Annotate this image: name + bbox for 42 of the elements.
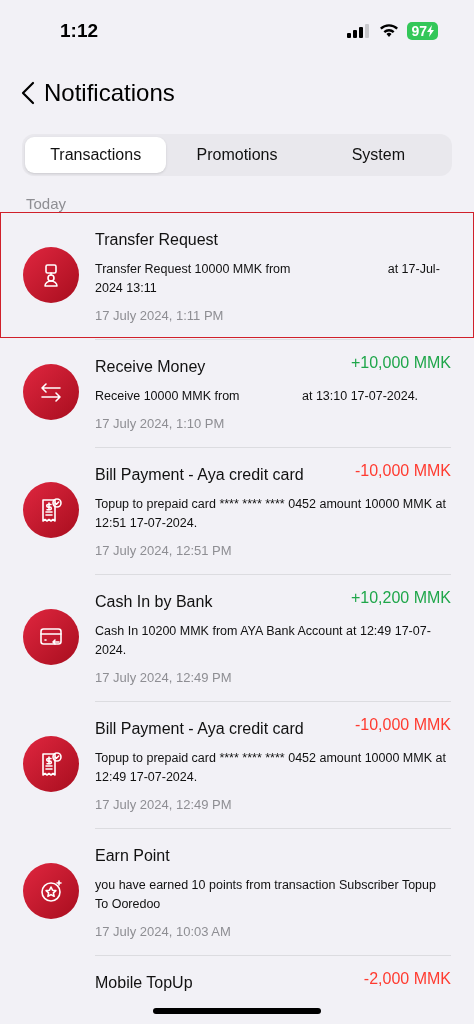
signal-icon — [347, 24, 372, 38]
notification-amount: -10,000 MMK — [354, 461, 451, 481]
notification-item[interactable]: Earn Point you have earned 10 points from transaction Subscriber Topup To Ooredoo 17 July 2024, 10:03 AM — [0, 827, 474, 954]
notification-message: you have earned 10 points from transaction Subscriber Topup To Ooredoo — [95, 877, 437, 913]
notification-item[interactable]: Bill Payment - Aya credit card -10,000 MMK Topup to prepaid card **** **** **** 0452 amount 10000 MMK at 12:51 17-07-2024. 17 July 2024, 12:51 PM — [0, 446, 474, 573]
notification-item[interactable]: Mobile TopUp -2,000 MMK — [0, 954, 474, 1007]
notification-title: Bill Payment - Aya credit card — [95, 465, 304, 485]
notification-date: 17 July 2024, 12:49 PM — [95, 797, 233, 813]
notification-message: Topup to prepaid card **** **** **** 0452 amount 10000 MMK at 12:49 17-07-2024. — [95, 750, 447, 786]
notification-date: 17 July 2024, 1:11 PM — [95, 308, 225, 324]
notification-title: Bill Payment - Aya credit card — [95, 719, 304, 739]
notification-date: 17 July 2024, 10:03 AM — [95, 924, 232, 940]
notification-amount: -2,000 MMK — [363, 969, 451, 989]
battery-indicator: 97 — [407, 22, 438, 40]
wifi-icon — [379, 24, 400, 38]
notification-title: Receive Money — [95, 357, 206, 377]
tab[interactable]: Promotions — [166, 137, 308, 173]
section-header: Today — [25, 196, 68, 212]
notification-item[interactable]: Bill Payment - Aya credit card -10,000 MMK Topup to prepaid card **** **** **** 0452 amount 10000 MMK at 12:49 17-07-2024. 17 July 2024, 12:49 PM — [0, 700, 474, 827]
notification-amount: +10,200 MMK — [350, 588, 451, 608]
page-title: Notifications — [44, 78, 175, 108]
notification-date: 17 July 2024, 1:10 PM — [95, 416, 226, 432]
notification-title: Cash In by Bank — [95, 592, 213, 612]
status-time: 1:12 — [60, 18, 99, 43]
notification-message: Receive 10000 MMK from at 13:10 17-07-2024. — [95, 388, 420, 405]
notification-item[interactable]: Receive Money +10,000 MMK Receive 10000 MMK from at 13:10 17-07-2024. 17 July 2024, 1:10 PM — [0, 338, 474, 446]
notification-item[interactable]: Cash In by Bank +10,200 MMK Cash In 10200 MMK from AYA Bank Account at 12:49 17-07-2024. 17 July 2024, 12:49 PM — [0, 573, 474, 700]
notification-message: Cash In 10200 MMK from AYA Bank Account at 12:49 17-07-2024. — [95, 623, 432, 659]
tab[interactable]: Transactions — [25, 137, 167, 173]
notification-message: Transfer Request 10000 MMK from at 17-Jul-2024 13:11 — [95, 261, 441, 297]
charging-bolt-icon — [427, 25, 434, 37]
back-chevron-icon[interactable] — [20, 81, 36, 105]
notification-date: 17 July 2024, 12:49 PM — [95, 670, 233, 686]
notification-item[interactable]: Transfer Request Transfer Request 10000 MMK from at 17-Jul-2024 13:11 17 July 2024, 1:11 PM — [0, 212, 474, 338]
notification-date: 17 July 2024, 12:51 PM — [95, 543, 233, 559]
notification-amount: -10,000 MMK — [354, 715, 451, 735]
notification-message: Topup to prepaid card **** **** **** 0452 amount 10000 MMK at 12:51 17-07-2024. — [95, 496, 447, 532]
notification-title: Mobile TopUp — [95, 973, 193, 993]
tab[interactable]: System — [307, 137, 449, 173]
notification-title: Transfer Request — [95, 230, 218, 250]
notification-title: Earn Point — [95, 846, 170, 866]
notification-amount: +10,000 MMK — [350, 353, 451, 373]
